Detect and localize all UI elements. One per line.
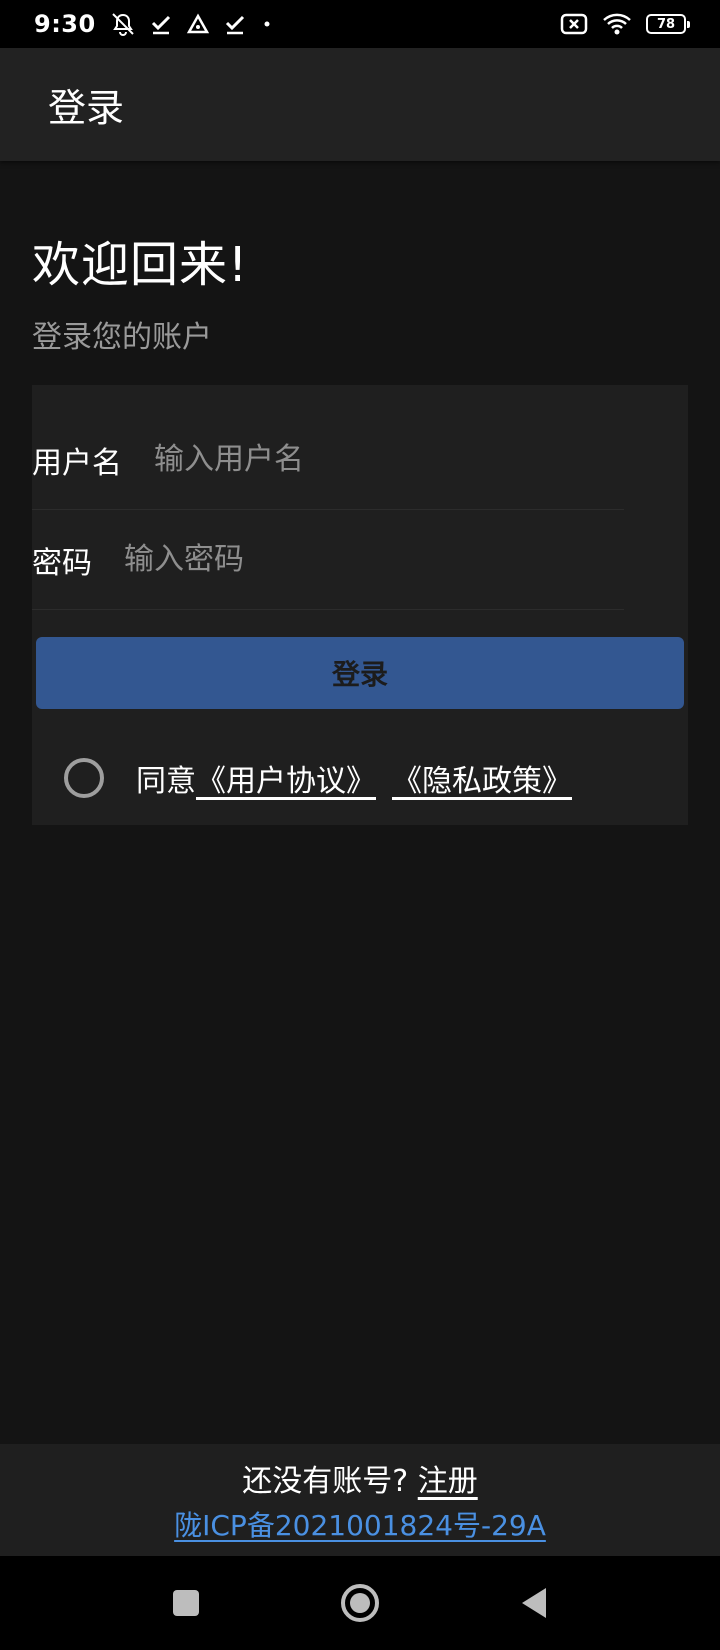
- status-right: 78: [560, 12, 690, 36]
- home-circle-icon: [341, 1584, 379, 1622]
- agreement-prefix: 同意: [136, 764, 196, 799]
- back-button[interactable]: [512, 1581, 556, 1625]
- login-button[interactable]: 登录: [36, 637, 684, 709]
- welcome-title: 欢迎回来!: [32, 237, 249, 293]
- no-account-text: 还没有账号?: [242, 1464, 409, 1499]
- agreement-row: 同意 《用户协议》 《隐私政策》: [64, 757, 572, 799]
- agreement-text: 同意 《用户协议》 《隐私政策》: [136, 756, 572, 800]
- wifi-icon: [602, 12, 632, 36]
- password-input[interactable]: [124, 542, 624, 577]
- square-icon: [173, 1590, 199, 1616]
- back-triangle-icon: [522, 1588, 546, 1618]
- sim-x-icon: [560, 12, 588, 36]
- register-link[interactable]: 注册: [418, 1464, 478, 1499]
- check-icon: [224, 13, 246, 35]
- navigation-bar: [0, 1556, 720, 1650]
- password-label: 密码: [32, 545, 92, 581]
- welcome-subtitle: 登录您的账户: [32, 320, 212, 355]
- password-row: 密码: [32, 510, 624, 610]
- check-icon: [150, 13, 172, 35]
- footer: 还没有账号? 注册 陇ICP备2021001824号-29A: [0, 1444, 720, 1556]
- status-time: 9:30: [34, 10, 96, 38]
- battery-level: 78: [656, 16, 676, 32]
- dot-icon: [260, 17, 274, 31]
- triangle-icon: [186, 13, 210, 35]
- agreement-radio[interactable]: [64, 758, 104, 798]
- app-bar-title: 登录: [48, 86, 125, 130]
- battery-icon: 78: [646, 14, 690, 34]
- register-line: 还没有账号? 注册: [242, 1456, 477, 1500]
- username-label: 用户名: [32, 445, 122, 481]
- home-button[interactable]: [338, 1581, 382, 1625]
- status-left: 9:30: [34, 10, 274, 38]
- status-bar: 9:30 78: [0, 0, 720, 48]
- user-agreement-link[interactable]: 《用户协议》: [196, 756, 376, 800]
- app-bar: 登录: [0, 48, 720, 161]
- recents-button[interactable]: [164, 1581, 208, 1625]
- bell-off-icon: [110, 11, 136, 37]
- login-screen: 9:30 78 登录 欢迎回来! 登录您的账户 用户名 输入用户名 密码 登录 …: [0, 0, 720, 1650]
- icp-link[interactable]: 陇ICP备2021001824号-29A: [174, 1504, 546, 1544]
- privacy-policy-link[interactable]: 《隐私政策》: [392, 756, 572, 800]
- username-row: 用户名: [32, 410, 624, 510]
- username-input[interactable]: [154, 442, 624, 477]
